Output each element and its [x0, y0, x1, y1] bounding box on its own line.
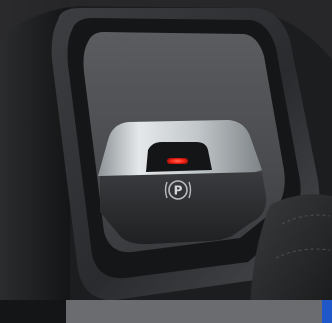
bottom-left-shadow: [0, 300, 66, 323]
photo-scene: P: [0, 0, 332, 323]
indicator-light: [167, 158, 188, 164]
pull-slot: [146, 142, 212, 172]
parking-brake-photo: P: [0, 0, 332, 323]
corner-accent: [322, 300, 332, 323]
bottom-band: [66, 300, 332, 323]
parking-symbol-letter: P: [174, 184, 183, 198]
